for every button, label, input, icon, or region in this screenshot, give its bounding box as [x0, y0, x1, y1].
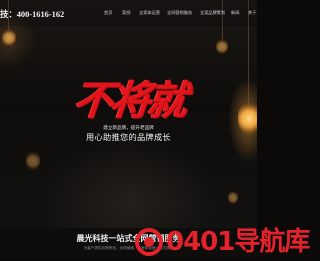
watermark-text: 0401导航库	[166, 226, 310, 257]
top-nav: 技：400-1616-162 首页 案例 全案体运营 全网营销服务 全案品牌策划…	[0, 0, 257, 26]
watermark: 0401导航库	[128, 225, 310, 258]
navigation-ring-icon	[134, 227, 164, 257]
menu-item-cases[interactable]: 案例	[122, 10, 130, 16]
lamp-bulb	[26, 150, 40, 170]
lamp-bulb	[2, 28, 16, 46]
hero-tagline: 用心助推您的品牌成长	[86, 132, 171, 142]
menu-item-full-operation[interactable]: 全案体运营	[139, 10, 160, 16]
hotline-number: 技：400-1616-162	[0, 10, 65, 19]
hero-banner: 技：400-1616-162 首页 案例 全案体运营 全网营销服务 全案品牌策划…	[0, 0, 257, 228]
lamp-bulb	[216, 38, 228, 54]
brand-slogan-logo: 不将就	[71, 77, 188, 124]
menu-item-brand-planning[interactable]: 全案品牌策划	[200, 10, 225, 16]
menu-item-about[interactable]: 关于	[248, 10, 256, 16]
menu-item-news[interactable]: 新闻	[231, 10, 239, 16]
lamp-bulb	[228, 190, 238, 204]
menu-item-network-marketing[interactable]: 全网营销服务	[167, 10, 192, 16]
menu-item-home[interactable]: 首页	[104, 10, 112, 16]
